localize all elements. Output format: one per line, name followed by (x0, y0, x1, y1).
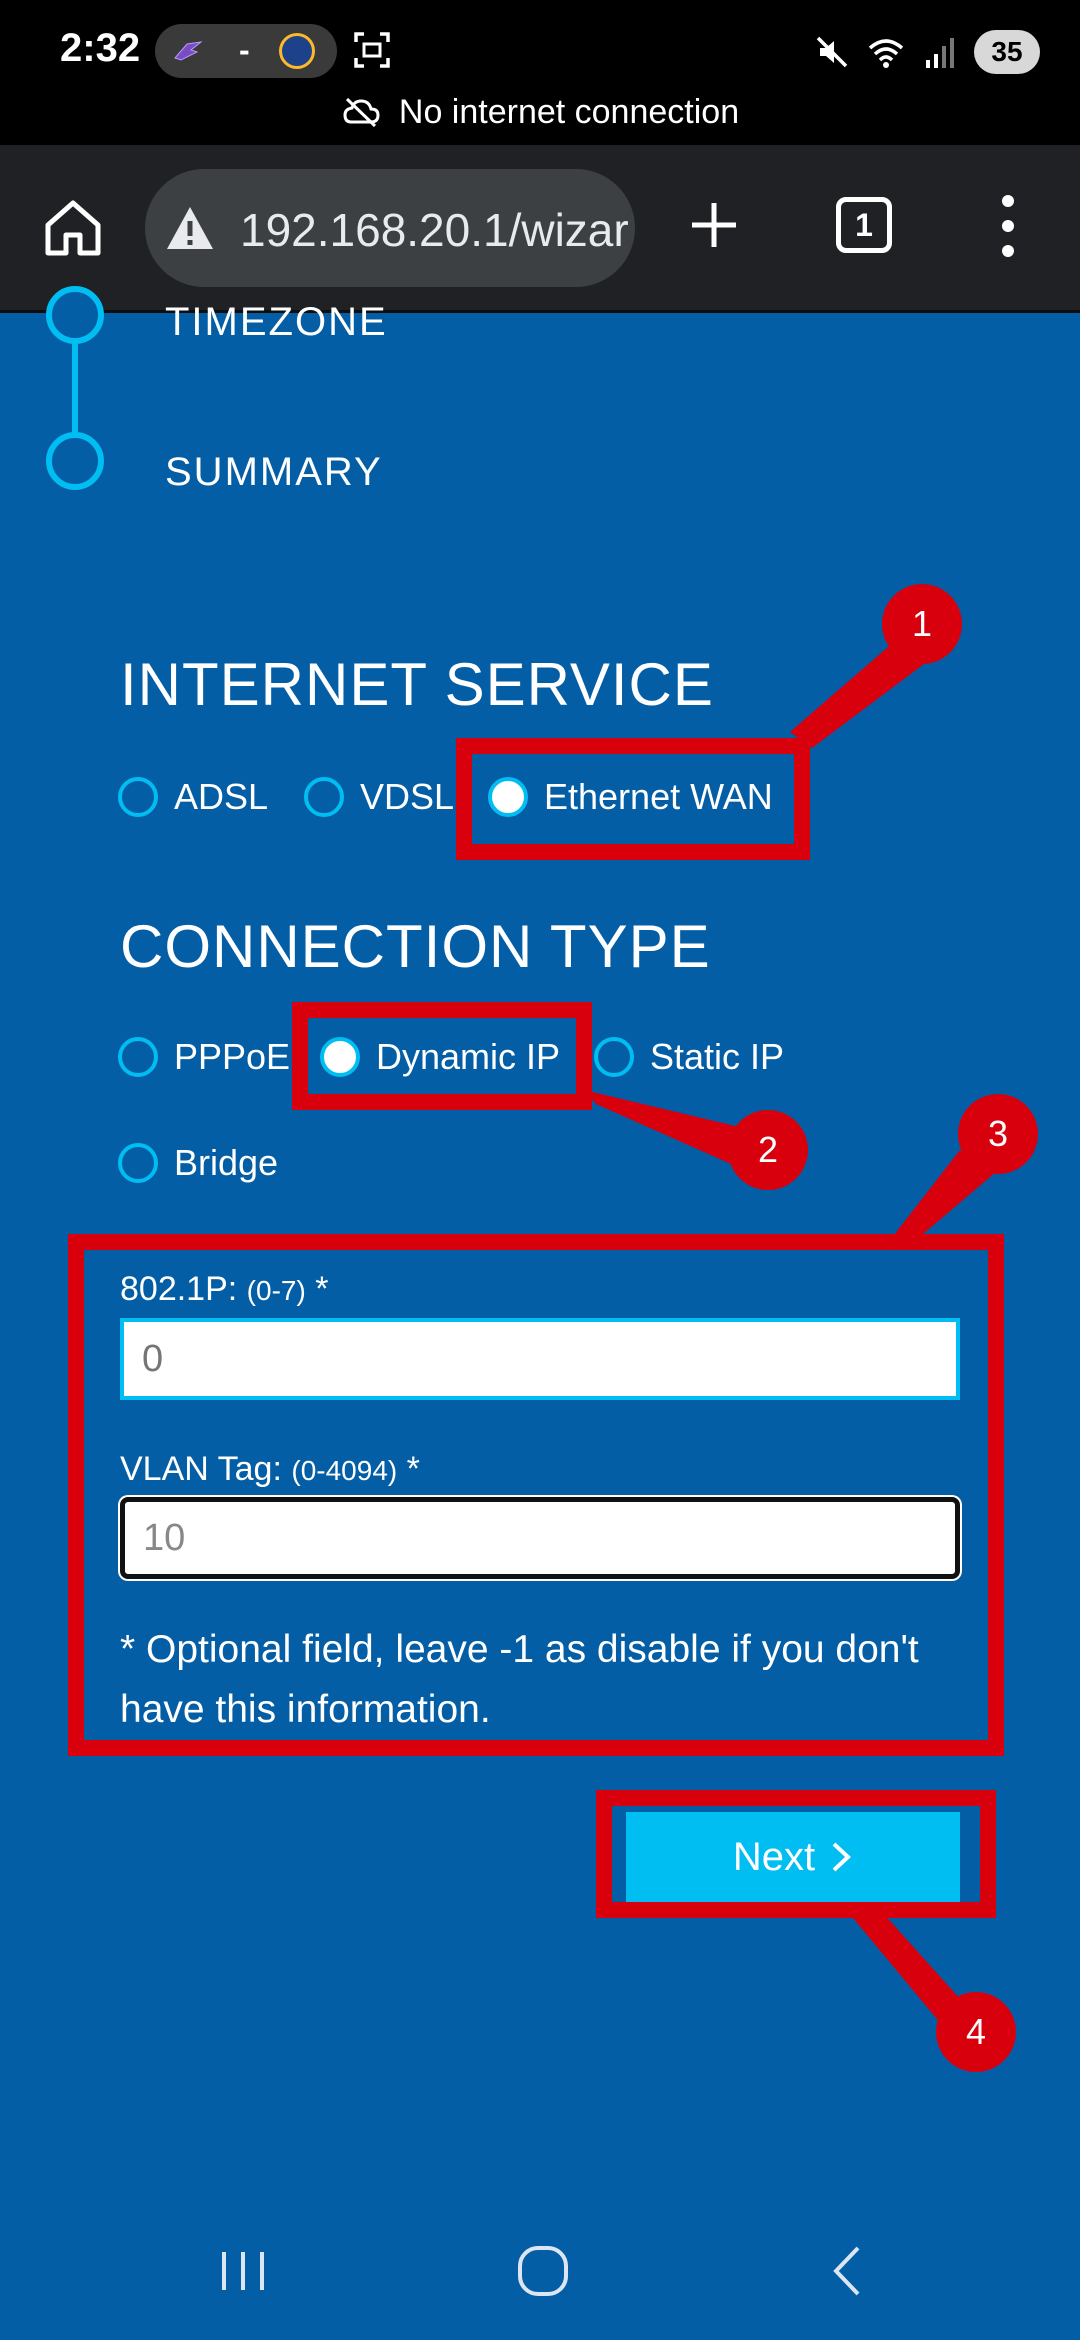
recent-apps-icon[interactable] (208, 2236, 278, 2306)
pointer-2 (584, 1090, 752, 1168)
radio-pppoe[interactable]: PPPoE (118, 1036, 290, 1078)
highlight-vlan-fields (68, 1234, 1004, 1756)
connection-type-title: CONNECTION TYPE (120, 913, 711, 980)
step-circle-summary (46, 432, 104, 490)
wifi-icon (868, 39, 904, 68)
step-summary-label: SUMMARY (165, 450, 383, 494)
battery-indicator: 35 (974, 30, 1040, 74)
annotation-badge-4: 4 (936, 1992, 1016, 2072)
radio-vdsl-label: VDSL (360, 776, 455, 817)
tab-switcher-button[interactable]: 1 (836, 197, 892, 253)
home-icon[interactable] (40, 195, 106, 261)
new-tab-icon[interactable] (684, 195, 744, 255)
step-circle-timezone (46, 286, 104, 344)
radio-indicator[interactable] (118, 1143, 158, 1183)
address-bar[interactable]: 192.168.20.1/wizar (145, 169, 635, 287)
cloud-off-icon (343, 97, 380, 128)
warriors-app-icon (279, 33, 315, 69)
radio-adsl-label: ADSL (174, 776, 269, 817)
signal-icon (926, 38, 954, 68)
radio-bridge[interactable]: Bridge (118, 1142, 278, 1184)
radio-indicator[interactable] (118, 1037, 158, 1077)
radio-indicator[interactable] (594, 1037, 634, 1077)
radio-pppoe-label: PPPoE (174, 1036, 291, 1077)
radio-bridge-label: Bridge (174, 1142, 279, 1183)
radio-vdsl[interactable]: VDSL (304, 776, 454, 818)
screenshot-icon (354, 32, 390, 68)
status-time: 2:32 (60, 26, 141, 70)
highlight-dynamic-ip (292, 1002, 592, 1110)
status-bar: 2:32 - 35 No internet connection (0, 0, 1080, 145)
highlight-ethernet-wan (456, 738, 810, 860)
system-nav-bar (0, 2200, 1080, 2340)
no-internet-banner: No internet connection (0, 90, 1080, 134)
internet-service-title: INTERNET SERVICE (120, 651, 714, 718)
bird-app-icon (174, 41, 203, 61)
radio-indicator[interactable] (304, 777, 344, 817)
browser-toolbar: 192.168.20.1/wizar 1 (0, 145, 1080, 313)
mute-icon (816, 36, 848, 68)
annotation-badge-3: 3 (958, 1094, 1038, 1174)
annotation-badge-2: 2 (728, 1110, 808, 1190)
status-icons: 35 (812, 28, 1040, 76)
annotation-badge-1: 1 (882, 584, 962, 664)
radio-indicator[interactable] (118, 777, 158, 817)
no-internet-text: No internet connection (398, 92, 740, 131)
url-text: 192.168.20.1/wizar (240, 204, 629, 256)
radio-static-ip[interactable]: Static IP (594, 1036, 784, 1078)
home-nav-icon[interactable] (508, 2236, 578, 2306)
step-timezone-label: TIMEZONE (165, 300, 388, 344)
back-icon[interactable] (812, 2236, 882, 2306)
radio-adsl[interactable]: ADSL (118, 776, 268, 818)
more-menu-icon[interactable] (996, 191, 1020, 261)
notification-pill: - (155, 24, 337, 78)
highlight-next-button (596, 1790, 996, 1918)
warning-icon[interactable] (165, 205, 215, 251)
pill-separator: - (239, 32, 250, 68)
radio-static-ip-label: Static IP (650, 1036, 785, 1077)
